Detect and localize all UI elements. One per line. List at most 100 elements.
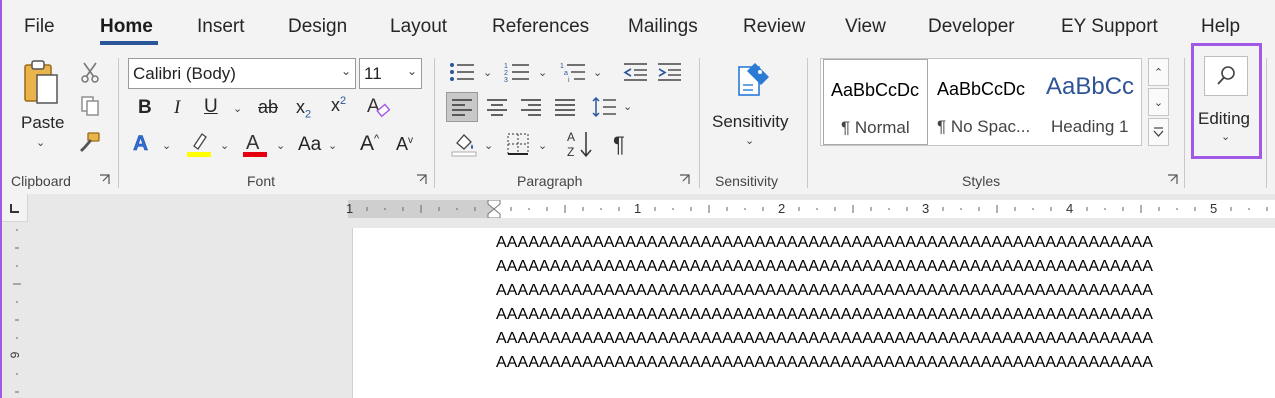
font-color-dropdown-icon[interactable]: ⌄ [276, 139, 285, 152]
justify-icon[interactable] [551, 92, 579, 122]
text-effects-dropdown-icon[interactable]: ⌄ [162, 139, 171, 152]
borders-icon[interactable] [504, 130, 532, 158]
format-painter-icon[interactable] [77, 130, 103, 154]
style-no-spacing[interactable]: AaBbCcDc ¶ No Spac... [931, 59, 1037, 145]
copy-icon[interactable] [78, 94, 102, 118]
paragraph-group-label: Paragraph [517, 173, 583, 189]
italic-icon[interactable]: I [174, 97, 180, 119]
vertical-ruler[interactable]: 6 [7, 226, 27, 398]
chevron-down-icon[interactable]: ⌄ [341, 64, 351, 78]
underline-icon[interactable]: U [204, 96, 218, 118]
svg-text:i: i [568, 77, 570, 83]
change-case-icon[interactable]: Aa [298, 134, 321, 156]
tab-selector[interactable] [2, 194, 28, 222]
svg-text:A: A [567, 130, 575, 144]
style-normal[interactable]: AaBbCcDc ¶ Normal [823, 59, 928, 145]
group-separator [1266, 58, 1267, 188]
ruler-number: 1 [346, 201, 354, 216]
document-line: AAAAAAAAAAAAAAAAAAAAAAAAAAAAAAAAAAAAAAAA… [496, 306, 1154, 323]
tab-help[interactable]: Help [1201, 16, 1240, 38]
tab-mailings[interactable]: Mailings [628, 16, 698, 38]
clear-formatting-icon[interactable]: A [365, 92, 391, 120]
document-line: AAAAAAAAAAAAAAAAAAAAAAAAAAAAAAAAAAAAAAAA… [496, 234, 1154, 251]
document-page[interactable]: AAAAAAAAAAAAAAAAAAAAAAAAAAAAAAAAAAAAAAAA… [352, 228, 1275, 398]
borders-dropdown-icon[interactable]: ⌄ [538, 139, 547, 152]
bullets-dropdown-icon[interactable]: ⌄ [483, 66, 492, 79]
highlight-icon[interactable] [186, 130, 212, 158]
vertical-ruler-number: 6 [7, 351, 22, 359]
text-effects-icon[interactable]: A [133, 132, 149, 156]
numbering-dropdown-icon[interactable]: ⌄ [538, 66, 547, 79]
font-size-value: 11 [364, 64, 382, 83]
paste-label[interactable]: Paste [21, 113, 64, 133]
tab-view[interactable]: View [845, 16, 886, 38]
decrease-indent-icon[interactable] [621, 60, 649, 84]
line-spacing-icon[interactable] [590, 92, 618, 122]
tab-file[interactable]: File [24, 16, 55, 38]
multilevel-list-icon[interactable]: 1ai [559, 60, 587, 84]
document-line: AAAAAAAAAAAAAAAAAAAAAAAAAAAAAAAAAAAAAAAA… [496, 354, 1154, 371]
style-no-spacing-sample: AaBbCcDc [937, 79, 1026, 99]
bullets-icon[interactable] [448, 60, 476, 84]
tab-ey-support[interactable]: EY Support [1061, 16, 1158, 38]
chevron-down-icon[interactable]: ⌄ [407, 64, 417, 78]
styles-scroll-down-icon[interactable]: ⌄ [1148, 88, 1169, 116]
document-workspace: 1 1 2 3 4 5 6 AAAAAAAAAAAAAAAAAAAAAAAAAA… [2, 194, 1275, 398]
multilevel-dropdown-icon[interactable]: ⌄ [593, 66, 602, 79]
change-case-dropdown-icon[interactable]: ⌄ [328, 139, 337, 152]
svg-text:a: a [564, 70, 568, 77]
styles-group-label: Styles [962, 173, 1001, 189]
tab-home[interactable]: Home [100, 16, 153, 38]
paste-icon[interactable] [16, 58, 68, 110]
shading-dropdown-icon[interactable]: ⌄ [484, 139, 493, 152]
tab-review[interactable]: Review [743, 16, 805, 38]
highlight-dropdown-icon[interactable]: ⌄ [220, 139, 229, 152]
clipboard-launcher-icon[interactable] [99, 174, 110, 185]
active-tab-indicator [100, 41, 158, 45]
styles-launcher-icon[interactable] [1167, 174, 1178, 185]
sensitivity-dropdown-icon[interactable]: ⌄ [745, 134, 754, 147]
font-color-icon[interactable]: A [242, 130, 268, 158]
line-spacing-dropdown-icon[interactable]: ⌄ [623, 100, 632, 113]
bold-icon[interactable]: B [138, 97, 152, 119]
style-normal-name: ¶ Normal [841, 118, 910, 137]
font-group-label: Font [247, 173, 276, 189]
paragraph-launcher-icon[interactable] [679, 174, 690, 185]
tab-insert[interactable]: Insert [197, 16, 245, 38]
group-separator [699, 58, 700, 188]
show-formatting-icon[interactable]: ¶ [613, 132, 625, 158]
styles-more-icon[interactable] [1148, 118, 1169, 146]
styles-gallery: AaBbCcDc ¶ Normal AaBbCcDc ¶ No Spac... … [820, 58, 1142, 146]
cut-icon[interactable] [78, 60, 102, 84]
underline-dropdown-icon[interactable]: ⌄ [233, 102, 242, 115]
shrink-font-icon[interactable]: Av [396, 134, 413, 155]
font-name-combobox[interactable]: Calibri (Body) ⌄ [128, 58, 356, 89]
font-size-combobox[interactable]: 11 ⌄ [359, 58, 422, 89]
shading-icon[interactable] [450, 130, 478, 158]
horizontal-ruler[interactable]: 1 1 2 3 4 5 [346, 200, 1275, 218]
font-launcher-icon[interactable] [416, 174, 427, 185]
sort-icon[interactable]: AZ [565, 128, 595, 160]
sensitivity-icon[interactable] [732, 58, 774, 104]
style-heading-1-sample: AaBbCc [1046, 73, 1135, 100]
superscript-icon[interactable]: x2 [331, 95, 346, 116]
sensitivity-button-label[interactable]: Sensitivity [712, 112, 789, 132]
paste-dropdown-icon[interactable]: ⌄ [36, 136, 45, 149]
styles-scroll-up-icon[interactable]: ⌃ [1148, 58, 1169, 86]
ruler-ticks [366, 200, 1268, 218]
align-right-icon[interactable] [517, 92, 545, 122]
tab-references[interactable]: References [492, 16, 589, 38]
sensitivity-group-label: Sensitivity [715, 173, 779, 189]
align-left-icon[interactable] [446, 92, 478, 122]
numbering-icon[interactable]: 123 [503, 60, 531, 84]
tab-developer[interactable]: Developer [928, 16, 1015, 38]
style-heading-1[interactable]: AaBbCc Heading 1 [1040, 59, 1141, 145]
grow-font-icon[interactable]: A^ [360, 132, 379, 156]
ruler-number: 2 [778, 201, 786, 216]
tab-layout[interactable]: Layout [390, 16, 447, 38]
increase-indent-icon[interactable] [655, 60, 683, 84]
subscript-icon[interactable]: x2 [296, 97, 311, 121]
tab-design[interactable]: Design [288, 16, 347, 38]
strikethrough-icon[interactable]: ab [258, 97, 278, 118]
align-center-icon[interactable] [483, 92, 511, 122]
